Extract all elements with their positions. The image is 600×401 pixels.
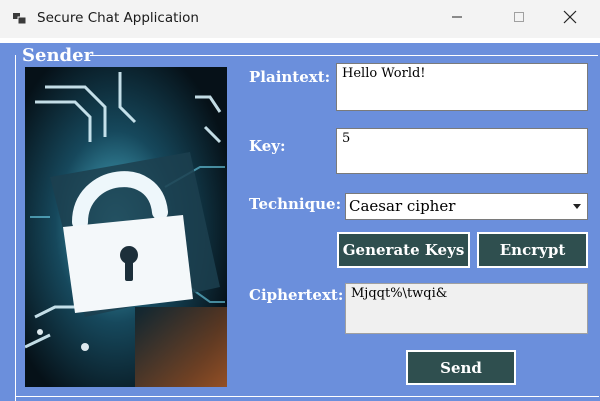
- maximize-button[interactable]: [496, 0, 542, 34]
- plaintext-label: Plaintext:: [249, 68, 331, 86]
- sender-groupbox-label: Sender: [22, 45, 94, 66]
- minimize-button[interactable]: [434, 0, 480, 34]
- groupbox-top-border: [90, 55, 598, 56]
- generate-keys-button[interactable]: Generate Keys: [337, 232, 470, 268]
- app-icon: [13, 13, 27, 25]
- minimize-icon: [452, 16, 462, 18]
- chevron-down-icon: [573, 204, 581, 209]
- encrypt-button[interactable]: Encrypt: [477, 232, 588, 268]
- ciphertext-output[interactable]: Mjqqt%\twqi&: [345, 283, 588, 334]
- key-label: Key:: [249, 137, 286, 155]
- technique-selected-value: Caesar cipher: [349, 197, 456, 215]
- technique-dropdown[interactable]: Caesar cipher: [345, 193, 588, 220]
- key-input[interactable]: 5: [336, 128, 588, 174]
- send-button[interactable]: Send: [406, 350, 516, 385]
- dropdown-arrow[interactable]: [568, 195, 586, 218]
- application-window: Secure Chat Application Sender Plaintext…: [0, 0, 600, 401]
- client-top-edge: [0, 38, 600, 43]
- window-title: Secure Chat Application: [37, 10, 199, 26]
- padlock-circuit-image: [25, 67, 227, 387]
- title-bar[interactable]: Secure Chat Application: [0, 0, 600, 38]
- maximize-icon: [514, 12, 524, 22]
- ciphertext-label: Ciphertext:: [249, 286, 344, 304]
- groupbox-bottom-border: [15, 396, 599, 397]
- plaintext-input[interactable]: Hello World!: [336, 63, 588, 111]
- close-icon: [563, 10, 577, 24]
- close-button[interactable]: [547, 0, 593, 34]
- technique-label: Technique:: [249, 195, 342, 213]
- groupbox-left-border: [15, 55, 16, 401]
